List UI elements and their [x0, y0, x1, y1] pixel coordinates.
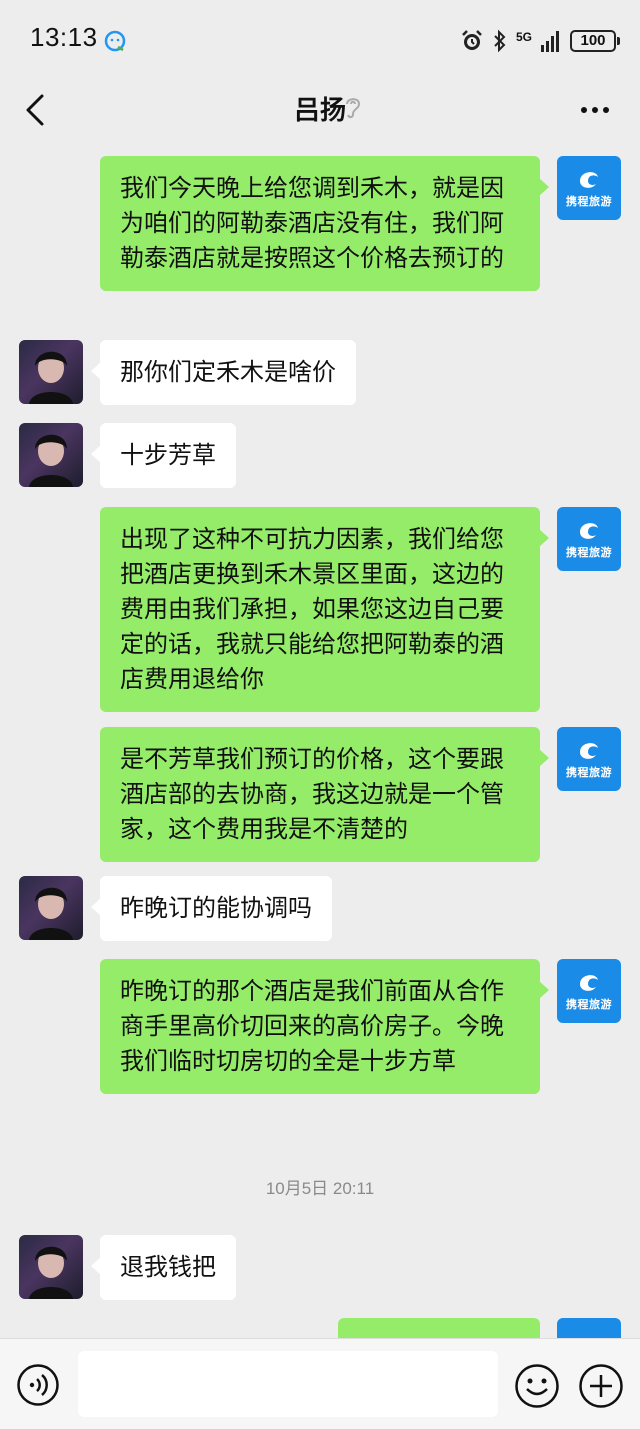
battery-indicator: 100 [570, 30, 620, 52]
network-label: 5G [515, 30, 532, 44]
agent-avatar-text: 携程旅游 [566, 766, 612, 779]
dolphin-logo-icon [580, 172, 598, 188]
message-bubble-sent-partial[interactable] [338, 1318, 540, 1338]
message-bubble-received[interactable]: 昨晚订的能协调吗 [91, 876, 332, 941]
plus-icon[interactable] [578, 1363, 624, 1409]
user-avatar-image [29, 434, 73, 487]
agent-avatar[interactable]: 携程旅游 [557, 507, 621, 571]
message-bubble-sent[interactable]: 我们今天晚上给您调到禾木，就是因为咱们的阿勒泰酒店没有住，我们阿勒泰酒店就是按照… [100, 156, 549, 291]
bluetooth-icon [494, 29, 506, 53]
agent-avatar-partial[interactable] [557, 1318, 621, 1338]
message-bubble-sent[interactable]: 是不芳草我们预订的价格，这个要跟酒店部的去协商，我这边就是一个管家，这个费用我是… [100, 727, 549, 862]
message-input[interactable] [78, 1351, 498, 1417]
chat-header: 吕扬 [0, 80, 640, 142]
user-avatar-image [29, 887, 73, 940]
user-avatar-image [29, 351, 73, 404]
user-avatar-image [29, 1246, 73, 1299]
status-time: 13:13 [30, 22, 98, 52]
status-bar: 13:13 5G 100 [0, 0, 640, 80]
user-avatar[interactable] [19, 1235, 83, 1299]
agent-avatar-text: 携程旅游 [566, 195, 612, 208]
input-bar [0, 1338, 640, 1429]
agent-avatar[interactable]: 携程旅游 [557, 156, 621, 220]
emoji-icon[interactable] [514, 1363, 560, 1409]
chat-title: 吕扬 [293, 96, 346, 126]
user-avatar[interactable] [19, 876, 83, 940]
notification-icon [104, 30, 126, 52]
user-avatar[interactable] [19, 340, 83, 404]
agent-avatar-text: 携程旅游 [566, 546, 612, 559]
message-bubble-received[interactable]: 退我钱把 [91, 1235, 236, 1300]
agent-avatar[interactable]: 携程旅游 [557, 959, 621, 1023]
status-icons: 5G 100 [460, 28, 620, 54]
message-bubble-sent[interactable]: 昨晚订的那个酒店是我们前面从合作商手里高价切回来的高价房子。今晚我们临时切房切的… [100, 959, 549, 1094]
more-dots-icon[interactable] [580, 100, 610, 120]
dolphin-logo-icon [580, 975, 598, 991]
agent-avatar[interactable]: 携程旅游 [557, 727, 621, 791]
ear-icon [346, 98, 361, 119]
dolphin-logo-icon [580, 743, 598, 759]
agent-avatar-text: 携程旅游 [566, 998, 612, 1011]
message-bubble-received[interactable]: 那你们定禾木是啥价 [91, 340, 356, 405]
user-avatar[interactable] [19, 423, 83, 487]
voice-icon[interactable] [16, 1363, 60, 1407]
signal-icon [541, 31, 559, 52]
message-bubble-received[interactable]: 十步芳草 [91, 423, 236, 488]
message-bubble-sent[interactable]: 出现了这种不可抗力因素，我们给您把酒店更换到禾木景区里面，这边的费用由我们承担，… [100, 507, 549, 712]
dolphin-logo-icon [580, 523, 598, 539]
chat-timestamp: 10月5日 20:11 [265, 1179, 375, 1198]
alarm-icon [462, 30, 482, 50]
